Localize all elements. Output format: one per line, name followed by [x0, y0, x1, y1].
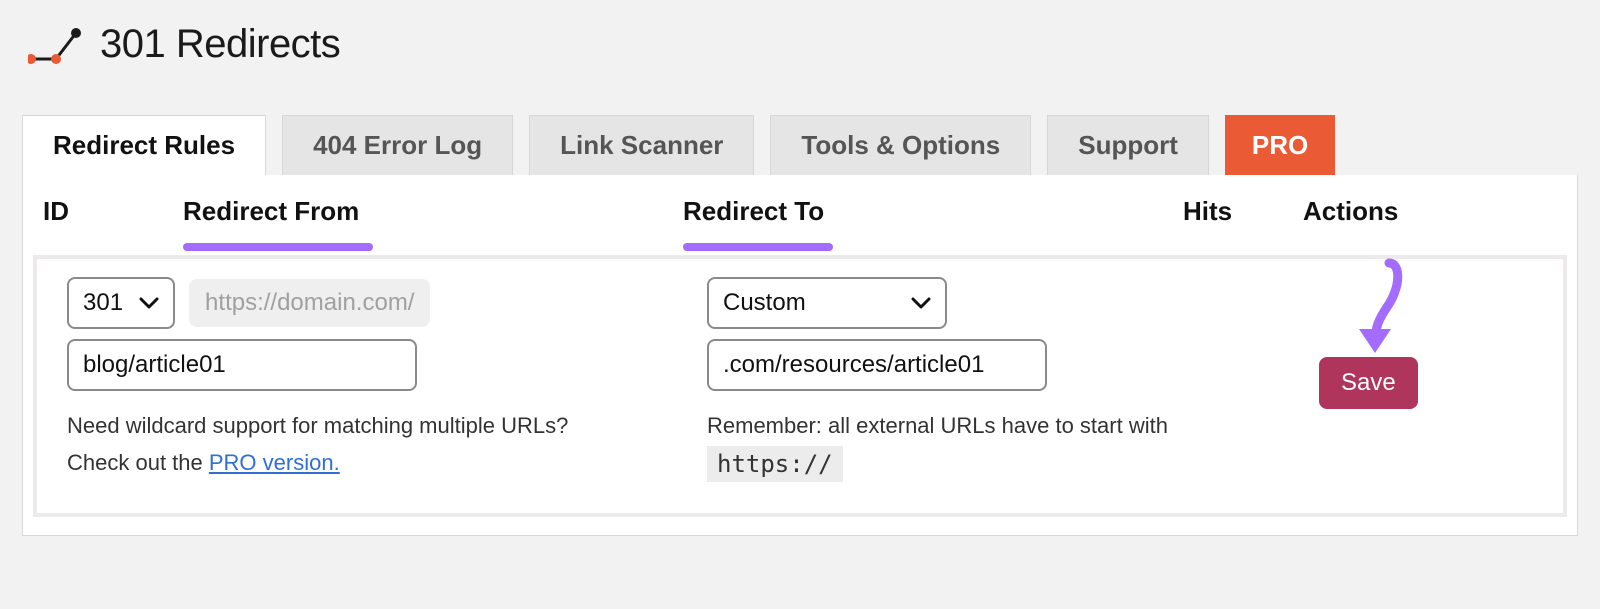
col-from: Redirect From — [163, 175, 663, 247]
redirect-to-input[interactable] — [707, 339, 1047, 391]
tab-bar: Redirect Rules 404 Error Log Link Scanne… — [0, 75, 1600, 175]
hint-to-text: Remember: all external URLs have to star… — [707, 413, 1168, 438]
redirect-from-group: 301 https://domain.com/ Need wildcard su… — [49, 277, 689, 485]
chevron-down-icon — [139, 289, 159, 317]
hint-to: Remember: all external URLs have to star… — [707, 407, 1291, 485]
pro-version-link[interactable]: PRO version. — [209, 450, 340, 475]
page-title: 301 Redirects — [100, 22, 340, 67]
redirect-to-type-select[interactable]: Custom — [707, 277, 947, 329]
tab-pro[interactable]: PRO — [1225, 115, 1335, 175]
status-code-select[interactable]: 301 — [67, 277, 175, 329]
hint-to-code: https:// — [707, 446, 843, 482]
hint-from-line2-pre: Check out the — [67, 450, 209, 475]
page-header: 301 Redirects — [0, 0, 1600, 75]
redirect-form-row: 301 https://domain.com/ Need wildcard su… — [33, 255, 1567, 517]
status-code-value: 301 — [83, 289, 123, 317]
hint-from-line1: Need wildcard support for matching multi… — [67, 413, 568, 438]
tab-redirect-rules[interactable]: Redirect Rules — [22, 115, 266, 175]
hint-from: Need wildcard support for matching multi… — [67, 407, 671, 482]
redirect-to-group: Custom Remember: all external URLs have … — [689, 277, 1309, 485]
col-actions: Actions — [1283, 175, 1577, 247]
col-id: ID — [23, 175, 163, 247]
domain-prefix: https://domain.com/ — [189, 279, 430, 327]
panel: ID Redirect From Redirect To Hits Action… — [22, 175, 1578, 536]
tab-404-error-log[interactable]: 404 Error Log — [282, 115, 513, 175]
chevron-down-icon — [911, 289, 931, 317]
tab-tools-options[interactable]: Tools & Options — [770, 115, 1031, 175]
redirect-logo-icon — [28, 25, 82, 65]
col-to: Redirect To — [663, 175, 1163, 247]
redirect-to-type-value: Custom — [723, 289, 806, 317]
save-button[interactable]: Save — [1319, 357, 1418, 409]
table-header-row: ID Redirect From Redirect To Hits Action… — [23, 175, 1577, 247]
redirect-from-input[interactable] — [67, 339, 417, 391]
tab-support[interactable]: Support — [1047, 115, 1209, 175]
actions-group: Save — [1309, 277, 1551, 485]
tab-link-scanner[interactable]: Link Scanner — [529, 115, 754, 175]
col-hits: Hits — [1163, 175, 1283, 247]
callout-arrow-icon — [1339, 257, 1409, 367]
